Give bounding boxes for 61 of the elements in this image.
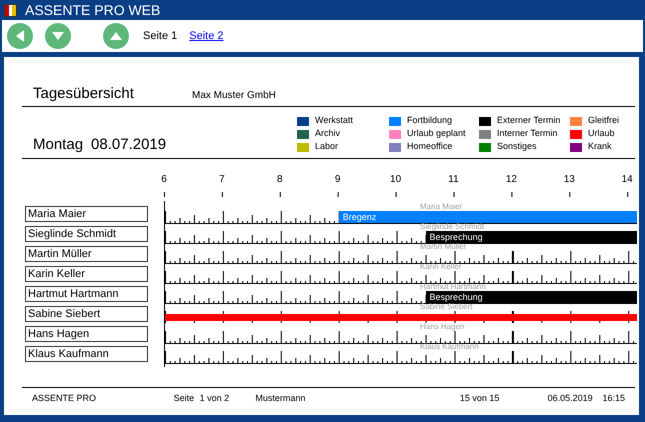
- report-title: Tagesübersicht: [33, 84, 135, 104]
- employee-name: Karin Keller: [25, 266, 148, 282]
- arrow-down-icon: [52, 30, 64, 42]
- employee-name: Hans Hagen: [25, 326, 148, 342]
- hour-label: 13: [564, 173, 575, 187]
- weekday: Montag: [33, 134, 84, 154]
- arrow-up-icon: [110, 30, 122, 42]
- footer-user: Mustermann: [255, 392, 306, 405]
- company-name: Max Muster GmbH: [192, 89, 276, 103]
- employee-name: Sabine Siebert: [25, 306, 148, 322]
- hour-label: 14: [622, 173, 633, 187]
- footer-page-number: 1 von 2: [200, 392, 230, 405]
- footer-time: 16:15: [602, 392, 626, 405]
- ghost-name: Hartmut Hartmann: [420, 282, 486, 291]
- legend-label: Externer Termin: [497, 114, 560, 128]
- hour-label: 12: [506, 173, 517, 187]
- legend-label: Krank: [588, 140, 612, 154]
- down-button[interactable]: [45, 23, 71, 49]
- ghost-name: Sieglinde Schmidt: [420, 222, 484, 231]
- legend-label: Sonstiges: [497, 140, 537, 154]
- window-title: ASSENTE PRO WEB: [25, 0, 160, 20]
- legend-label: Werkstatt: [315, 114, 353, 128]
- employee-name: Hartmut Hartmann: [25, 286, 148, 302]
- legend-label: Gleitfrei: [588, 114, 620, 128]
- footer-date: 06.05.2019: [548, 392, 594, 405]
- ghost-name: Martin Müller: [420, 242, 466, 251]
- app-logo-icon: [4, 4, 17, 16]
- appointment-bar: Besprechung: [426, 231, 637, 243]
- back-button[interactable]: [7, 23, 33, 49]
- ghost-name: Maria Maier: [420, 202, 462, 211]
- report-date: 08.07.2019: [91, 134, 166, 154]
- appointment-bar: Besprechung: [426, 291, 637, 303]
- hour-label: 7: [219, 173, 225, 187]
- hour-label: 9: [334, 173, 340, 187]
- ghost-name: Klaus Kaufmann: [420, 342, 479, 351]
- hour-label: 11: [448, 173, 459, 187]
- footer-record-count: 15 von 15: [460, 392, 500, 405]
- up-button[interactable]: [103, 23, 129, 49]
- hour-label: 6: [161, 173, 167, 187]
- employee-name: Martin Müller: [25, 246, 148, 262]
- legend-label: Urlaub geplant: [407, 127, 466, 140]
- legend-label: Fortbildung: [407, 114, 452, 128]
- legend-label: Homeoffice: [407, 140, 452, 154]
- appointment-bar: Bregenz: [338, 211, 637, 223]
- footer-page-label: Seite: [174, 392, 196, 405]
- ghost-name: Karin Keller: [420, 262, 462, 271]
- hour-label: 8: [277, 173, 283, 187]
- ghost-name: Sabine Siebert: [420, 302, 472, 311]
- employee-name: Sieglinde Schmidt: [25, 226, 148, 242]
- ghost-name: Hans Hagen: [420, 322, 464, 331]
- page-link[interactable]: Seite 2: [189, 28, 224, 44]
- footer-app-name: ASSENTE PRO: [32, 392, 98, 405]
- employee-name: Klaus Kaufmann: [25, 346, 148, 362]
- arrow-left-icon: [14, 30, 26, 42]
- legend-label: Labor: [315, 140, 338, 154]
- legend-label: Urlaub: [588, 127, 615, 140]
- legend-label: Interner Termin: [497, 127, 558, 140]
- hour-label: 10: [390, 173, 402, 187]
- employee-name: Maria Maier: [25, 206, 148, 222]
- legend-label: Archiv: [315, 127, 340, 140]
- page-link[interactable]: Seite 1: [143, 28, 178, 44]
